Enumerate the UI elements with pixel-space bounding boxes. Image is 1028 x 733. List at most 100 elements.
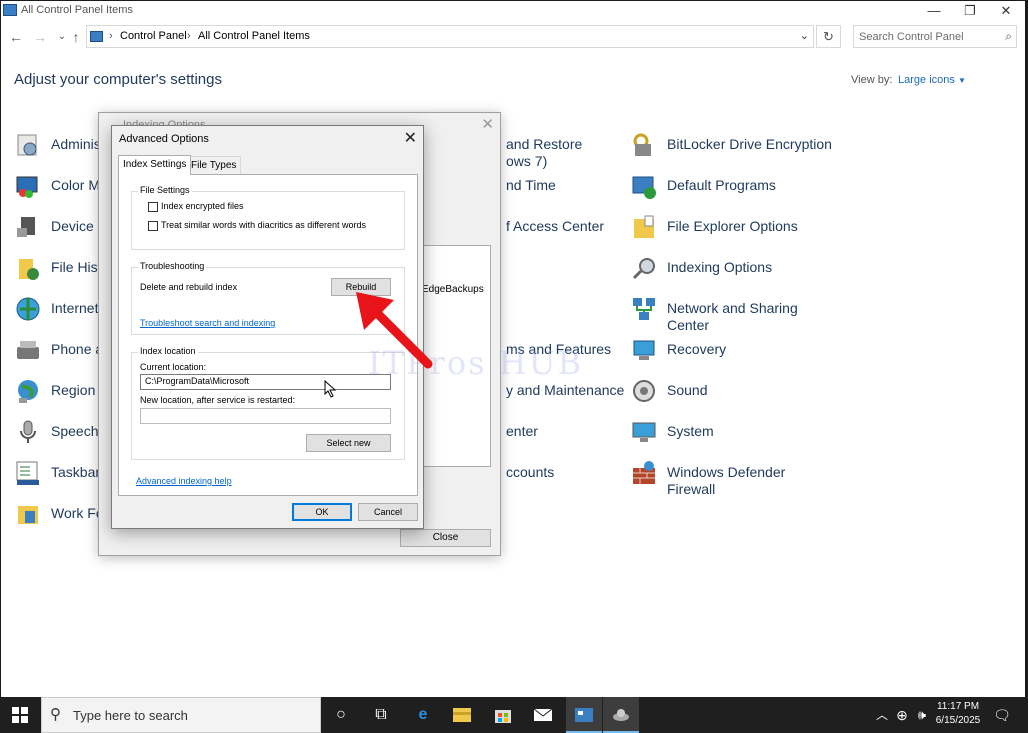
group-title: File Settings <box>138 185 192 195</box>
advanced-help-link[interactable]: Advanced indexing help <box>136 476 232 486</box>
view-by-dropdown[interactable]: Large icons ▼ <box>898 74 966 86</box>
clock-time: 11:17 PM <box>936 701 980 712</box>
cp-item-label: Work Fo <box>51 505 104 521</box>
breadcrumb-separator: › <box>109 30 113 42</box>
search-icon: ⚲ <box>50 706 61 723</box>
file-history-icon <box>15 255 41 281</box>
device-manager-icon <box>15 214 41 240</box>
up-arrow-icon[interactable]: ↑ <box>66 27 86 47</box>
view-by-label: View by: <box>851 74 893 86</box>
cp-item-label: y and Maintenance <box>506 382 625 398</box>
tab-index-settings[interactable]: Index Settings <box>118 155 192 175</box>
clock-date: 6/15/2025 <box>935 715 981 726</box>
cp-item-label: Network and Sharing <box>667 300 798 316</box>
breadcrumb-separator: › <box>187 30 191 42</box>
cp-item-label: Recovery <box>667 341 727 357</box>
file-explorer-icon[interactable] <box>450 703 474 727</box>
checkbox-label: Index encrypted files <box>161 201 244 211</box>
notification-icon[interactable]: 🗨 <box>990 703 1014 727</box>
window-title: All Control Panel Items <box>21 4 133 16</box>
encrypted-files-checkbox[interactable] <box>148 202 158 212</box>
control-panel-taskbar-icon[interactable] <box>566 697 602 733</box>
close-window-button[interactable]: ✕ <box>989 1 1023 21</box>
ok-button[interactable]: OK <box>292 503 352 521</box>
cortana-icon[interactable]: ○ <box>329 703 353 727</box>
forward-arrow-icon[interactable]: → <box>30 27 50 47</box>
cp-item-label: nd Time <box>506 177 556 193</box>
cp-item-label: f Access Center <box>506 218 605 234</box>
current-location-label: Current location: <box>140 362 207 372</box>
cp-item-label: BitLocker Drive Encryption <box>667 136 832 152</box>
cp-item-label: and Restore <box>506 136 583 152</box>
breadcrumb-control-panel[interactable]: Control Panel <box>120 30 187 42</box>
admin-tools-icon <box>15 132 41 158</box>
cp-item-label-line2: ows 7) <box>506 153 548 169</box>
system-clock[interactable]: 11:17 PM 6/15/2025 <box>928 700 988 728</box>
taskbar-search-placeholder: Type here to search <box>73 708 188 723</box>
folder-options-icon <box>631 214 657 240</box>
tab-file-types[interactable]: File Types <box>186 156 242 174</box>
cp-item-label: Indexing Options <box>667 259 773 275</box>
minimize-button[interactable]: — <box>917 1 951 21</box>
chevron-down-icon[interactable]: ⌄ <box>800 29 809 42</box>
diacritics-checkbox[interactable] <box>148 221 158 231</box>
internet-options-icon <box>15 296 41 322</box>
dialog-title: Advanced Options <box>119 133 209 145</box>
taskbar: ⚲ Type here to search ○ ⧉ e ︿ ⊕ 🕪 11:17 … <box>0 697 1028 733</box>
cp-item-label: File Explorer Options <box>667 218 798 234</box>
address-bar[interactable]: › Control Panel › All Control Panel Item… <box>86 25 814 48</box>
back-arrow-icon[interactable]: ← <box>6 27 26 47</box>
search-placeholder: Search Control Panel <box>859 31 964 43</box>
title-bar: All Control Panel Items — ❐ ✕ <box>1 1 1025 21</box>
select-new-button[interactable]: Select new <box>306 434 391 452</box>
default-programs-icon <box>631 173 657 199</box>
cp-item-label: System <box>667 423 714 439</box>
indexing-options-taskbar-icon[interactable] <box>603 697 639 733</box>
network-icon <box>631 296 657 322</box>
color-management-icon <box>15 173 41 199</box>
file-settings-group: File Settings Index encrypted files Trea… <box>131 185 405 250</box>
search-icon[interactable]: ⌕ <box>1005 29 1012 44</box>
view-by-value: Large icons <box>898 74 955 86</box>
close-icon[interactable]: ✕ <box>404 128 417 148</box>
close-icon[interactable]: ✕ <box>481 115 494 133</box>
cp-item-label: ccounts <box>506 464 555 480</box>
cp-item-label: Sound <box>667 382 708 398</box>
troubleshoot-link[interactable]: Troubleshoot search and indexing <box>140 318 275 328</box>
search-input[interactable]: Search Control Panel ⌕ <box>853 25 1017 48</box>
close-button[interactable]: Close <box>400 529 491 547</box>
new-location-field[interactable] <box>140 408 391 424</box>
bitlocker-icon <box>631 132 657 158</box>
cp-item-label-line2: Center <box>667 317 710 333</box>
sound-icon <box>631 378 657 404</box>
control-panel-icon <box>90 31 103 42</box>
cancel-button[interactable]: Cancel <box>358 503 418 521</box>
delete-rebuild-label: Delete and rebuild index <box>140 282 238 292</box>
refresh-icon[interactable]: ↻ <box>816 25 841 48</box>
cp-item-label: Windows Defender <box>667 464 786 480</box>
indexing-options-icon <box>631 255 657 281</box>
task-view-icon[interactable]: ⧉ <box>369 703 393 727</box>
cp-item-label: Adminis <box>51 136 101 152</box>
breadcrumb-all-items[interactable]: All Control Panel Items <box>198 30 310 42</box>
phone-modem-icon <box>15 337 41 363</box>
mouse-cursor-icon <box>324 380 337 398</box>
firewall-icon <box>631 460 657 486</box>
region-icon <box>15 378 41 404</box>
edge-icon[interactable]: e <box>411 703 435 727</box>
current-location-field[interactable]: C:\ProgramData\Microsoft <box>140 374 391 390</box>
recovery-icon <box>631 337 657 363</box>
taskbar-search-box[interactable]: ⚲ Type here to search <box>41 697 321 733</box>
checkbox-label: Treat similar words with diacritics as d… <box>161 220 367 230</box>
annotation-arrow-icon <box>356 292 433 369</box>
control-panel-icon <box>3 4 17 16</box>
cp-item-label-line2: Firewall <box>667 481 716 497</box>
cp-item-label: Phone a <box>51 341 104 357</box>
maximize-button[interactable]: ❐ <box>953 1 987 21</box>
taskbar-icon <box>15 460 41 486</box>
page-title: Adjust your computer's settings <box>14 71 222 88</box>
mail-icon[interactable] <box>531 703 555 727</box>
start-windows-icon[interactable] <box>8 703 32 727</box>
work-folders-icon <box>15 501 41 527</box>
store-icon[interactable] <box>491 703 515 727</box>
